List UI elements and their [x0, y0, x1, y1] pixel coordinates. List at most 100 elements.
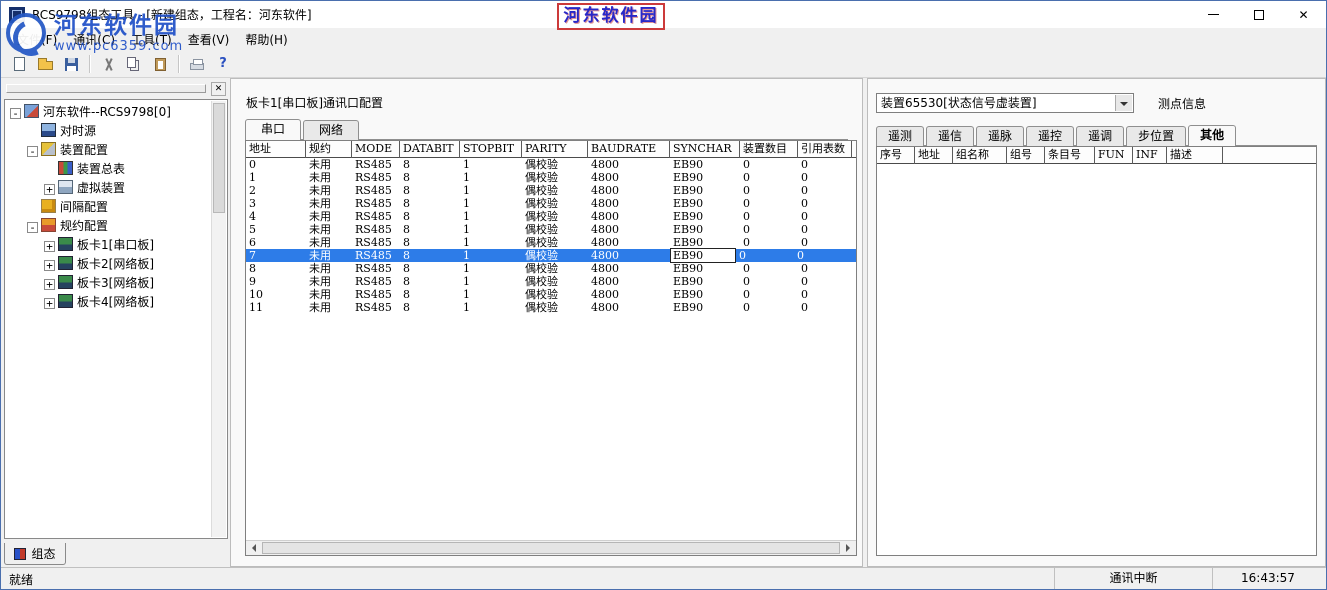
table-row[interactable]: 2未用RS48581偶校验4800EB9000 — [246, 184, 856, 197]
tree-vertical-scrollbar[interactable] — [211, 101, 226, 537]
tab[interactable]: 串口 — [245, 119, 301, 140]
zutai-tab[interactable]: 组态 — [4, 543, 66, 565]
tab[interactable]: 其他 — [1188, 125, 1236, 146]
table-cell: 0 — [798, 301, 852, 314]
table-cell: 8 — [400, 223, 460, 236]
tree-expander-icon[interactable]: - — [27, 146, 38, 157]
tree-node[interactable]: + 板卡1[串口板] — [6, 236, 210, 255]
tab[interactable]: 遥脉 — [976, 126, 1024, 146]
maximize-button[interactable] — [1236, 1, 1281, 28]
menu-item[interactable]: 工具(T) — [123, 28, 180, 51]
tree-expander-icon[interactable]: + — [44, 184, 55, 195]
tree-expander-icon[interactable]: + — [44, 260, 55, 271]
tab[interactable]: 遥测 — [876, 126, 924, 146]
synchar-edit-input[interactable] — [670, 248, 736, 263]
table-cell: RS485 — [352, 275, 400, 288]
table-cell: 1 — [246, 171, 306, 184]
close-button[interactable]: ✕ — [1281, 1, 1326, 28]
minimize-button[interactable] — [1191, 1, 1236, 28]
tree-expander-icon[interactable]: - — [27, 222, 38, 233]
tree-node[interactable]: -规约配置 — [6, 217, 210, 236]
table-cell: 0 — [740, 301, 798, 314]
table-row[interactable]: 10未用RS48581偶校验4800EB9000 — [246, 288, 856, 301]
tab[interactable]: 遥调 — [1076, 126, 1124, 146]
tab[interactable]: 网络 — [303, 120, 359, 140]
table-cell: 1 — [460, 184, 522, 197]
zutai-tab-label: 组态 — [31, 545, 55, 562]
tree-node[interactable]: 装置总表 — [6, 160, 210, 179]
tree-node[interactable]: -河东软件--RCS9798[0] — [6, 103, 210, 122]
tree-node[interactable]: +虚拟装置 — [6, 179, 210, 198]
table-row[interactable]: 7未用RS48581偶校验480000 — [246, 249, 856, 262]
table-row[interactable]: 4未用RS48581偶校验4800EB9000 — [246, 210, 856, 223]
table-row[interactable]: 0未用RS48581偶校验4800EB9000 — [246, 158, 856, 171]
window-title: RCS9798组态工具 - [新建组态，工程名：河东软件] — [32, 6, 312, 23]
scrollbar-thumb[interactable] — [213, 103, 225, 213]
menu-item[interactable]: 查看(V) — [180, 28, 238, 51]
table-cell: RS485 — [352, 197, 400, 210]
table-cell: 1 — [460, 249, 522, 262]
table-cell: 0 — [798, 223, 852, 236]
tree-node[interactable]: -装置配置 — [6, 141, 210, 160]
tree-node[interactable]: +板卡4[网络板] — [6, 293, 210, 312]
table-row[interactable]: 5未用RS48581偶校验4800EB9000 — [246, 223, 856, 236]
table-cell: 2 — [246, 184, 306, 197]
help-button[interactable] — [211, 53, 235, 75]
open-button[interactable] — [33, 53, 57, 75]
tree-expander-icon[interactable]: + — [44, 279, 55, 290]
table-row[interactable]: 8未用RS48581偶校验4800EB9000 — [246, 262, 856, 275]
table-cell: 8 — [400, 301, 460, 314]
board-icon — [58, 275, 73, 289]
table-cell: 4800 — [588, 236, 670, 249]
point-table: 序号地址组名称组号条目号FUNINF描述 — [876, 146, 1317, 556]
tab[interactable]: 遥控 — [1026, 126, 1074, 146]
menu-item[interactable]: 文件(F) — [9, 28, 65, 51]
board-icon — [58, 237, 73, 251]
save-button[interactable] — [59, 53, 83, 75]
device-dropdown[interactable]: 装置65530[状态信号虚装置] — [876, 93, 1134, 113]
table-cell: RS485 — [352, 210, 400, 223]
table-cell: 偶校验 — [522, 288, 588, 301]
new-button[interactable] — [7, 53, 31, 75]
tree-node-label: 板卡1[串口板] — [77, 238, 154, 252]
table-cell: 0 — [736, 249, 794, 262]
tree-expander-icon[interactable]: - — [10, 108, 21, 119]
table-cell: 未用 — [306, 236, 352, 249]
table-row[interactable]: 3未用RS48581偶校验4800EB9000 — [246, 197, 856, 210]
tab[interactable]: 步位置 — [1126, 126, 1186, 146]
table-cell: 1 — [460, 158, 522, 171]
tree-expander-icon[interactable]: + — [44, 241, 55, 252]
copy-button[interactable] — [122, 53, 146, 75]
serial-network-tabs: 串口网络 — [245, 119, 848, 140]
table-cell: 偶校验 — [522, 184, 588, 197]
print-button[interactable] — [185, 53, 209, 75]
drag-handle[interactable] — [6, 84, 206, 93]
tree-panel-close-button[interactable]: ✕ — [211, 82, 226, 96]
paste-button[interactable] — [148, 53, 172, 75]
table-cell: 0 — [798, 288, 852, 301]
menu-item[interactable]: 帮助(H) — [237, 28, 295, 51]
tab[interactable]: 遥信 — [926, 126, 974, 146]
tree-node[interactable]: 间隔配置 — [6, 198, 210, 217]
scroll-left-button[interactable] — [246, 541, 261, 555]
table-row[interactable]: 11未用RS48581偶校验4800EB9000 — [246, 301, 856, 314]
table-cell: RS485 — [352, 288, 400, 301]
table-cell: 偶校验 — [522, 249, 588, 262]
table-row[interactable]: 1未用RS48581偶校验4800EB9000 — [246, 171, 856, 184]
tree-node-label: 间隔配置 — [60, 200, 108, 214]
table-cell: EB90 — [670, 301, 740, 314]
tree-expander-icon[interactable]: + — [44, 298, 55, 309]
dropdown-button[interactable] — [1115, 95, 1132, 111]
table-row[interactable]: 6未用RS48581偶校验4800EB9000 — [246, 236, 856, 249]
menu-item[interactable]: 通讯(C) — [65, 28, 123, 51]
horizontal-scrollbar[interactable] — [246, 540, 856, 555]
scrollbar-thumb[interactable] — [262, 542, 840, 554]
paste-icon — [155, 58, 166, 71]
app-window: RCS9798组态工具 - [新建组态，工程名：河东软件] ✕ 文件(F)通讯(… — [0, 0, 1327, 590]
tree-node[interactable]: 对时源 — [6, 122, 210, 141]
cut-button[interactable] — [96, 53, 120, 75]
tree-node[interactable]: +板卡3[网络板] — [6, 274, 210, 293]
table-row[interactable]: 9未用RS48581偶校验4800EB9000 — [246, 275, 856, 288]
tree-node[interactable]: +板卡2[网络板] — [6, 255, 210, 274]
scroll-right-button[interactable] — [841, 541, 856, 555]
